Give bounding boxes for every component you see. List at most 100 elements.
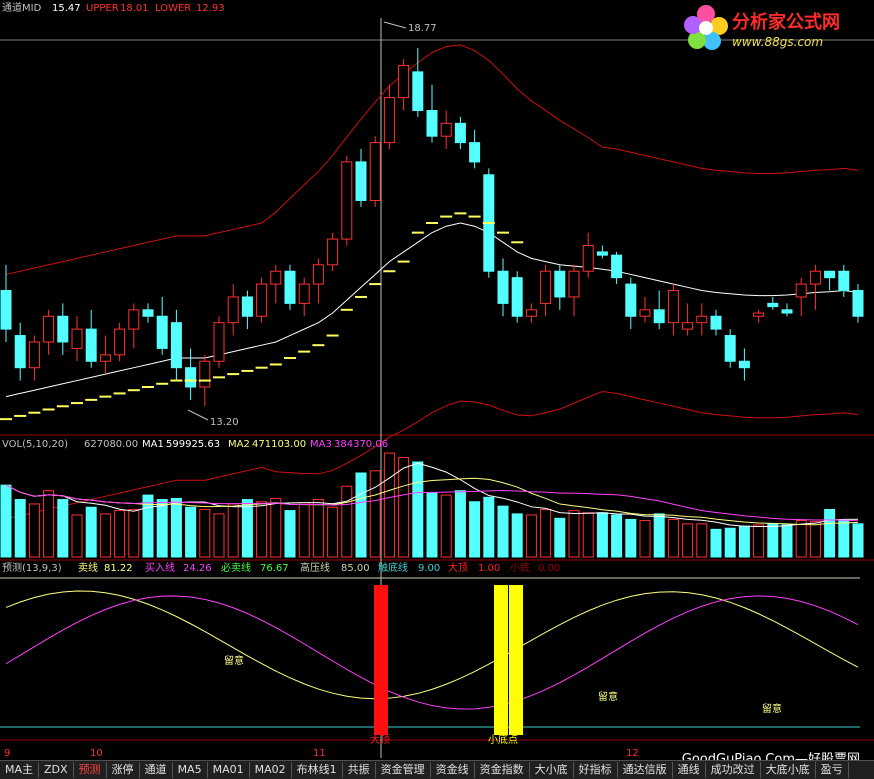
ind-top: 1.00 (478, 563, 500, 574)
volume-bar (0, 484, 12, 558)
candle-body (71, 328, 83, 349)
tab-10[interactable]: 资金管理 (376, 762, 431, 778)
main-header-mid: 15.47 (52, 3, 81, 14)
formula-tab-bar: MA主 ZDX 预测 涨停 通道 MA5 MA01 MA02 布林线1 共振 资金管理 资金线 资金指数… (0, 760, 874, 779)
candle-body (540, 270, 552, 304)
candle-body (511, 277, 523, 317)
candle-body (753, 312, 765, 317)
ind-small-label: 小底 (510, 561, 530, 574)
x-label-2: 11 (313, 748, 326, 759)
volume-bar (738, 525, 750, 558)
candle (85, 309, 97, 368)
candle-body (809, 270, 821, 285)
candle (0, 264, 12, 342)
notice-label-2: 留意 (598, 690, 618, 703)
volume-bar (270, 497, 282, 558)
volume-bar (454, 490, 466, 558)
tab-17[interactable]: 成功改过 (706, 762, 761, 778)
x-label-3: 12 (626, 748, 639, 759)
candle-body (256, 283, 268, 317)
tab-12[interactable]: 资金指数 (475, 762, 530, 778)
candle-body (156, 315, 168, 349)
candle (156, 296, 168, 355)
candle-body (852, 290, 864, 317)
candle-body (355, 161, 367, 201)
tab-2[interactable]: 预测 (74, 762, 107, 778)
candle (469, 129, 481, 169)
tab-14[interactable]: 好指标 (574, 762, 618, 778)
tab-7[interactable]: MA02 (250, 762, 292, 778)
candle (738, 348, 750, 381)
volume-bar (525, 514, 537, 558)
candle (241, 290, 253, 330)
big-top-signal-bar (374, 585, 388, 735)
vol-header-vol: 627080.00 (84, 439, 138, 450)
candle-body (767, 302, 779, 308)
tab-4[interactable]: 通道 (140, 762, 173, 778)
candle-body (341, 161, 353, 240)
candle (284, 264, 296, 310)
volume-bar (298, 502, 310, 558)
candle-body (724, 335, 736, 362)
candle-body (568, 270, 580, 298)
tab-9[interactable]: 共振 (343, 762, 376, 778)
tab-0[interactable]: MA主 (0, 762, 40, 778)
candle (227, 284, 239, 336)
volume-bar (114, 510, 126, 558)
tab-1[interactable]: ZDX (39, 762, 74, 778)
ind-sell-label: 卖线 (78, 561, 98, 574)
volume-bar (469, 501, 481, 558)
volume-bar (554, 517, 566, 558)
candle (639, 296, 651, 323)
tab-15[interactable]: 通达信版 (618, 762, 673, 778)
candle (454, 116, 466, 150)
candle (327, 232, 339, 272)
candle-body (781, 309, 793, 314)
ind-header-name: 预测(13,9,3) (2, 561, 62, 574)
ind-buy-label: 买入线 (145, 561, 175, 574)
tab-13[interactable]: 大小底 (530, 762, 574, 778)
high-price-pointer (383, 21, 407, 29)
small-bottom-label: 小底点 (488, 733, 518, 746)
volume-bar (156, 499, 168, 558)
x-label-0: 9 (4, 748, 10, 759)
volume-bar (582, 512, 594, 558)
candle-body (696, 315, 708, 324)
tab-16[interactable]: 通线 (673, 762, 706, 778)
volume-bar (483, 496, 495, 558)
vol-header-ma1-label: MA1 (142, 439, 164, 450)
candle (724, 329, 736, 368)
tab-6[interactable]: MA01 (208, 762, 250, 778)
candle (426, 84, 438, 143)
candle (710, 309, 722, 336)
notice-label-3: 留意 (762, 702, 782, 715)
ind-top-label: 大顶 (448, 561, 468, 574)
volume-bar (71, 514, 83, 558)
tab-3[interactable]: 涨停 (107, 762, 140, 778)
low-price-label: 13.20 (210, 417, 239, 428)
candle (185, 348, 197, 400)
candle-body (327, 238, 339, 266)
tab-18[interactable]: 大底小底 (761, 762, 816, 778)
volume-bar (540, 508, 552, 558)
candle-body (142, 309, 154, 317)
candle-body (497, 270, 509, 304)
candle (554, 264, 566, 310)
volume-bar (312, 499, 324, 558)
candle-body (426, 109, 438, 137)
big-top-label: 大顶 (370, 733, 390, 746)
tab-19[interactable]: 盈亏 (816, 762, 849, 778)
volume-bar (596, 512, 608, 558)
volume-bar (682, 523, 694, 558)
tab-5[interactable]: MA5 (173, 762, 208, 778)
candle-body (227, 296, 239, 324)
volume-bar (724, 527, 736, 558)
tab-8[interactable]: 布林线1 (292, 762, 343, 778)
tab-11[interactable]: 资金线 (431, 762, 475, 778)
volume-bar (341, 485, 353, 558)
candle-body (241, 296, 253, 317)
candle-body (738, 360, 750, 369)
candle-body (284, 270, 296, 304)
volume-bar (398, 457, 410, 558)
candle (270, 264, 282, 304)
